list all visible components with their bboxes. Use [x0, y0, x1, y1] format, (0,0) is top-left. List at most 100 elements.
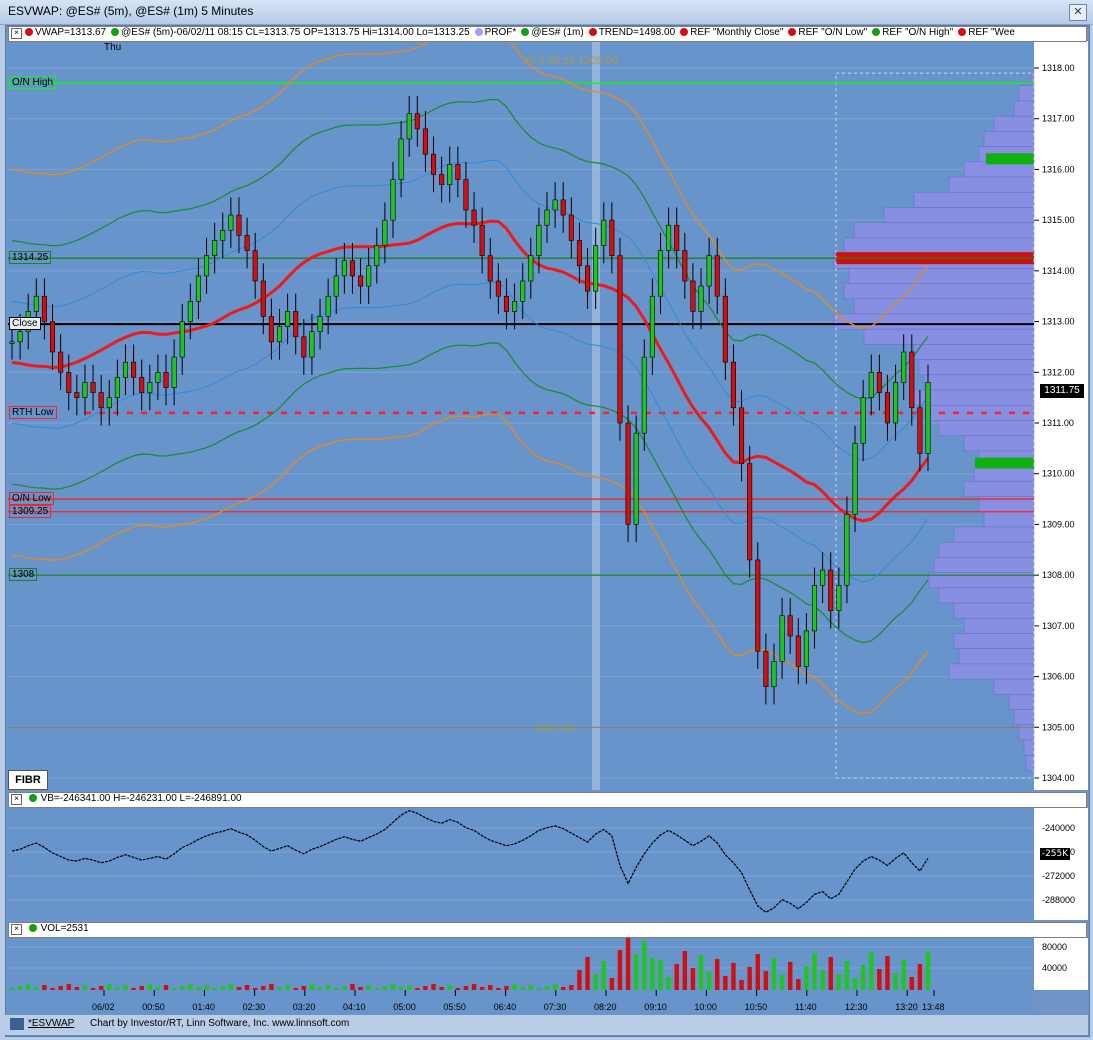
volume-bar	[58, 986, 63, 990]
chart-icon	[10, 1018, 24, 1030]
profile-bar	[983, 511, 1035, 528]
profile-bar	[1008, 694, 1035, 710]
candle	[244, 235, 250, 251]
volume-bar	[820, 970, 825, 990]
candle	[747, 463, 753, 561]
volume-bar	[706, 972, 712, 990]
candle	[739, 407, 745, 464]
candle	[58, 351, 64, 373]
candle	[276, 326, 283, 343]
vb-tick-label: -272000	[1042, 871, 1075, 881]
volume-bar	[155, 987, 161, 990]
ref-line-label: O/N Low	[9, 492, 54, 506]
vb-dot-icon	[28, 794, 37, 802]
candle	[220, 229, 226, 241]
candle	[682, 250, 688, 282]
legend-dot-icon	[521, 28, 530, 36]
vb-last-badge: -255K	[1040, 848, 1070, 860]
candle	[50, 321, 56, 353]
candle	[382, 219, 388, 246]
volume-bar	[585, 957, 590, 990]
volume-bar	[698, 955, 704, 990]
candle	[414, 113, 420, 130]
vb-tick-label: -288000	[1042, 895, 1075, 905]
candle	[309, 331, 315, 358]
volume-bar	[658, 960, 663, 990]
profile-bar	[853, 298, 1035, 315]
volume-bar	[285, 985, 290, 990]
ref-line-label: RTH Low	[9, 405, 57, 419]
candle	[544, 209, 550, 226]
profile-bar	[853, 222, 1035, 239]
candle	[593, 245, 599, 292]
legend-item: TREND=1498.00	[588, 27, 677, 38]
legend-dot-icon	[680, 28, 689, 36]
candle	[706, 255, 712, 287]
candle	[860, 397, 866, 444]
candle	[398, 138, 404, 180]
volume-bar	[560, 987, 566, 990]
close-pane-icon[interactable]: ×	[11, 924, 22, 935]
candle	[868, 371, 874, 398]
volume-bar	[723, 976, 728, 990]
profile-bar	[958, 648, 1035, 665]
candle	[463, 179, 469, 211]
y-tick-label: 1312.00	[1042, 367, 1075, 377]
candle	[114, 377, 120, 398]
candle	[252, 250, 258, 282]
candle	[666, 224, 672, 251]
volume-bar	[42, 985, 47, 990]
volume-bar	[171, 988, 177, 990]
candle	[349, 260, 355, 277]
profile-bar	[938, 541, 1035, 558]
candle	[609, 219, 615, 256]
y-tick-label: 1311.00	[1042, 418, 1074, 428]
y-tick-label: 1306.00	[1042, 672, 1075, 682]
candle	[925, 382, 931, 454]
close-pane-icon[interactable]: ×	[11, 28, 22, 39]
status-bar: *ESVWAP Chart by Investor/RT, Linn Softw…	[5, 1015, 1088, 1035]
candle	[633, 432, 639, 525]
candle	[568, 214, 574, 241]
volume-bar	[431, 984, 436, 990]
volume-bar	[139, 986, 144, 990]
volume-bar	[115, 987, 120, 990]
volume-bar	[496, 988, 501, 990]
volume-bar	[293, 988, 298, 990]
legend-dot-icon	[872, 28, 881, 36]
close-pane-icon[interactable]: ×	[11, 794, 22, 805]
vol-dot-icon	[28, 924, 37, 932]
candle	[828, 569, 834, 611]
legend-text: REF "O/N Low"	[798, 27, 868, 38]
volume-bar	[390, 984, 396, 990]
profile-bar	[993, 678, 1035, 695]
volume-bar	[488, 985, 493, 990]
volume-bar	[180, 986, 185, 990]
candle	[374, 245, 380, 267]
ref-line-label: Close	[9, 317, 41, 331]
candle	[106, 397, 112, 409]
volume-bar	[17, 986, 23, 990]
fibr-button[interactable]: FIBR	[8, 770, 48, 790]
time-cursor-band	[592, 41, 600, 790]
volume-bar	[147, 984, 153, 990]
candle	[844, 513, 850, 586]
candle	[528, 255, 534, 282]
candle	[698, 285, 704, 312]
volume-bar	[463, 986, 469, 990]
profile-bar	[913, 389, 1035, 406]
y-tick-label: 1313.00	[1042, 317, 1075, 327]
legend-text: REF "Monthly Close"	[690, 27, 784, 38]
chart-name-link[interactable]: *ESVWAP	[28, 1018, 74, 1029]
x-tick-label: 10:50	[745, 1002, 768, 1012]
volume-bar	[220, 986, 225, 990]
volume-bar	[860, 965, 866, 990]
profile-bar	[963, 481, 1035, 497]
volume-bar	[196, 987, 201, 990]
volume-bar	[601, 961, 606, 990]
legend-text: REF "Wee	[968, 27, 1015, 38]
ref-line-label: 1308	[9, 568, 38, 582]
candle	[585, 265, 591, 292]
volume-bar	[447, 985, 452, 990]
profile-bar	[993, 115, 1035, 132]
